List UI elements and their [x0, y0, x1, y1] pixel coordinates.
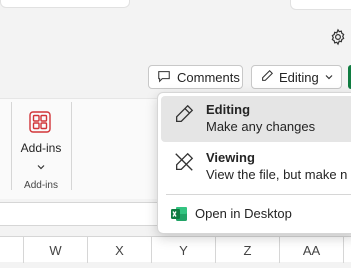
ribbon-divider	[11, 102, 12, 190]
no-edit-pencil-icon	[173, 151, 195, 173]
open-in-desktop-label: Open in Desktop	[195, 206, 292, 221]
column-header-y[interactable]: Y	[152, 237, 216, 263]
menu-item-subtitle: Make any changes	[206, 119, 316, 134]
menu-item-editing[interactable]: Editing Make any changes	[161, 96, 351, 142]
addins-grid-icon[interactable]	[28, 110, 52, 134]
editing-mode-label: Editing	[279, 69, 319, 85]
column-header-z[interactable]: Z	[216, 237, 280, 263]
menu-item-title: Viewing	[206, 150, 255, 165]
column-header-aa[interactable]: AA	[280, 237, 344, 263]
comments-label: Comments	[177, 69, 240, 85]
chevron-down-icon	[324, 70, 334, 85]
chevron-down-icon[interactable]	[36, 158, 46, 170]
ribbon-group-label: Add-ins	[24, 180, 58, 191]
pencil-icon	[260, 69, 274, 86]
menu-item-viewing[interactable]: Viewing View the file, but make n	[161, 144, 351, 190]
edit-mode-menu: Editing Make any changes Viewing View th…	[157, 92, 351, 234]
pencil-icon	[173, 103, 195, 125]
menu-divider	[166, 194, 351, 195]
editing-mode-button[interactable]: Editing	[251, 65, 342, 89]
menu-item-subtitle: View the file, but make n	[206, 167, 348, 182]
addins-button-label[interactable]: Add-ins	[18, 141, 64, 155]
menu-item-open-in-desktop[interactable]: Open in Desktop	[161, 199, 351, 229]
excel-icon	[170, 206, 188, 222]
column-header-partial[interactable]	[344, 237, 351, 263]
menu-item-title: Editing	[206, 102, 251, 117]
column-header-partial[interactable]	[0, 237, 24, 263]
comments-button[interactable]: Comments	[148, 65, 243, 89]
top-right-control[interactable]	[290, 0, 351, 10]
column-header-x[interactable]: X	[88, 237, 152, 263]
gear-icon[interactable]	[328, 27, 348, 47]
column-header-w[interactable]: W	[24, 237, 88, 263]
search-box[interactable]	[0, 0, 130, 8]
comment-icon	[157, 69, 171, 86]
ribbon-divider	[71, 102, 72, 190]
column-headers: W X Y Z AA	[0, 236, 351, 263]
